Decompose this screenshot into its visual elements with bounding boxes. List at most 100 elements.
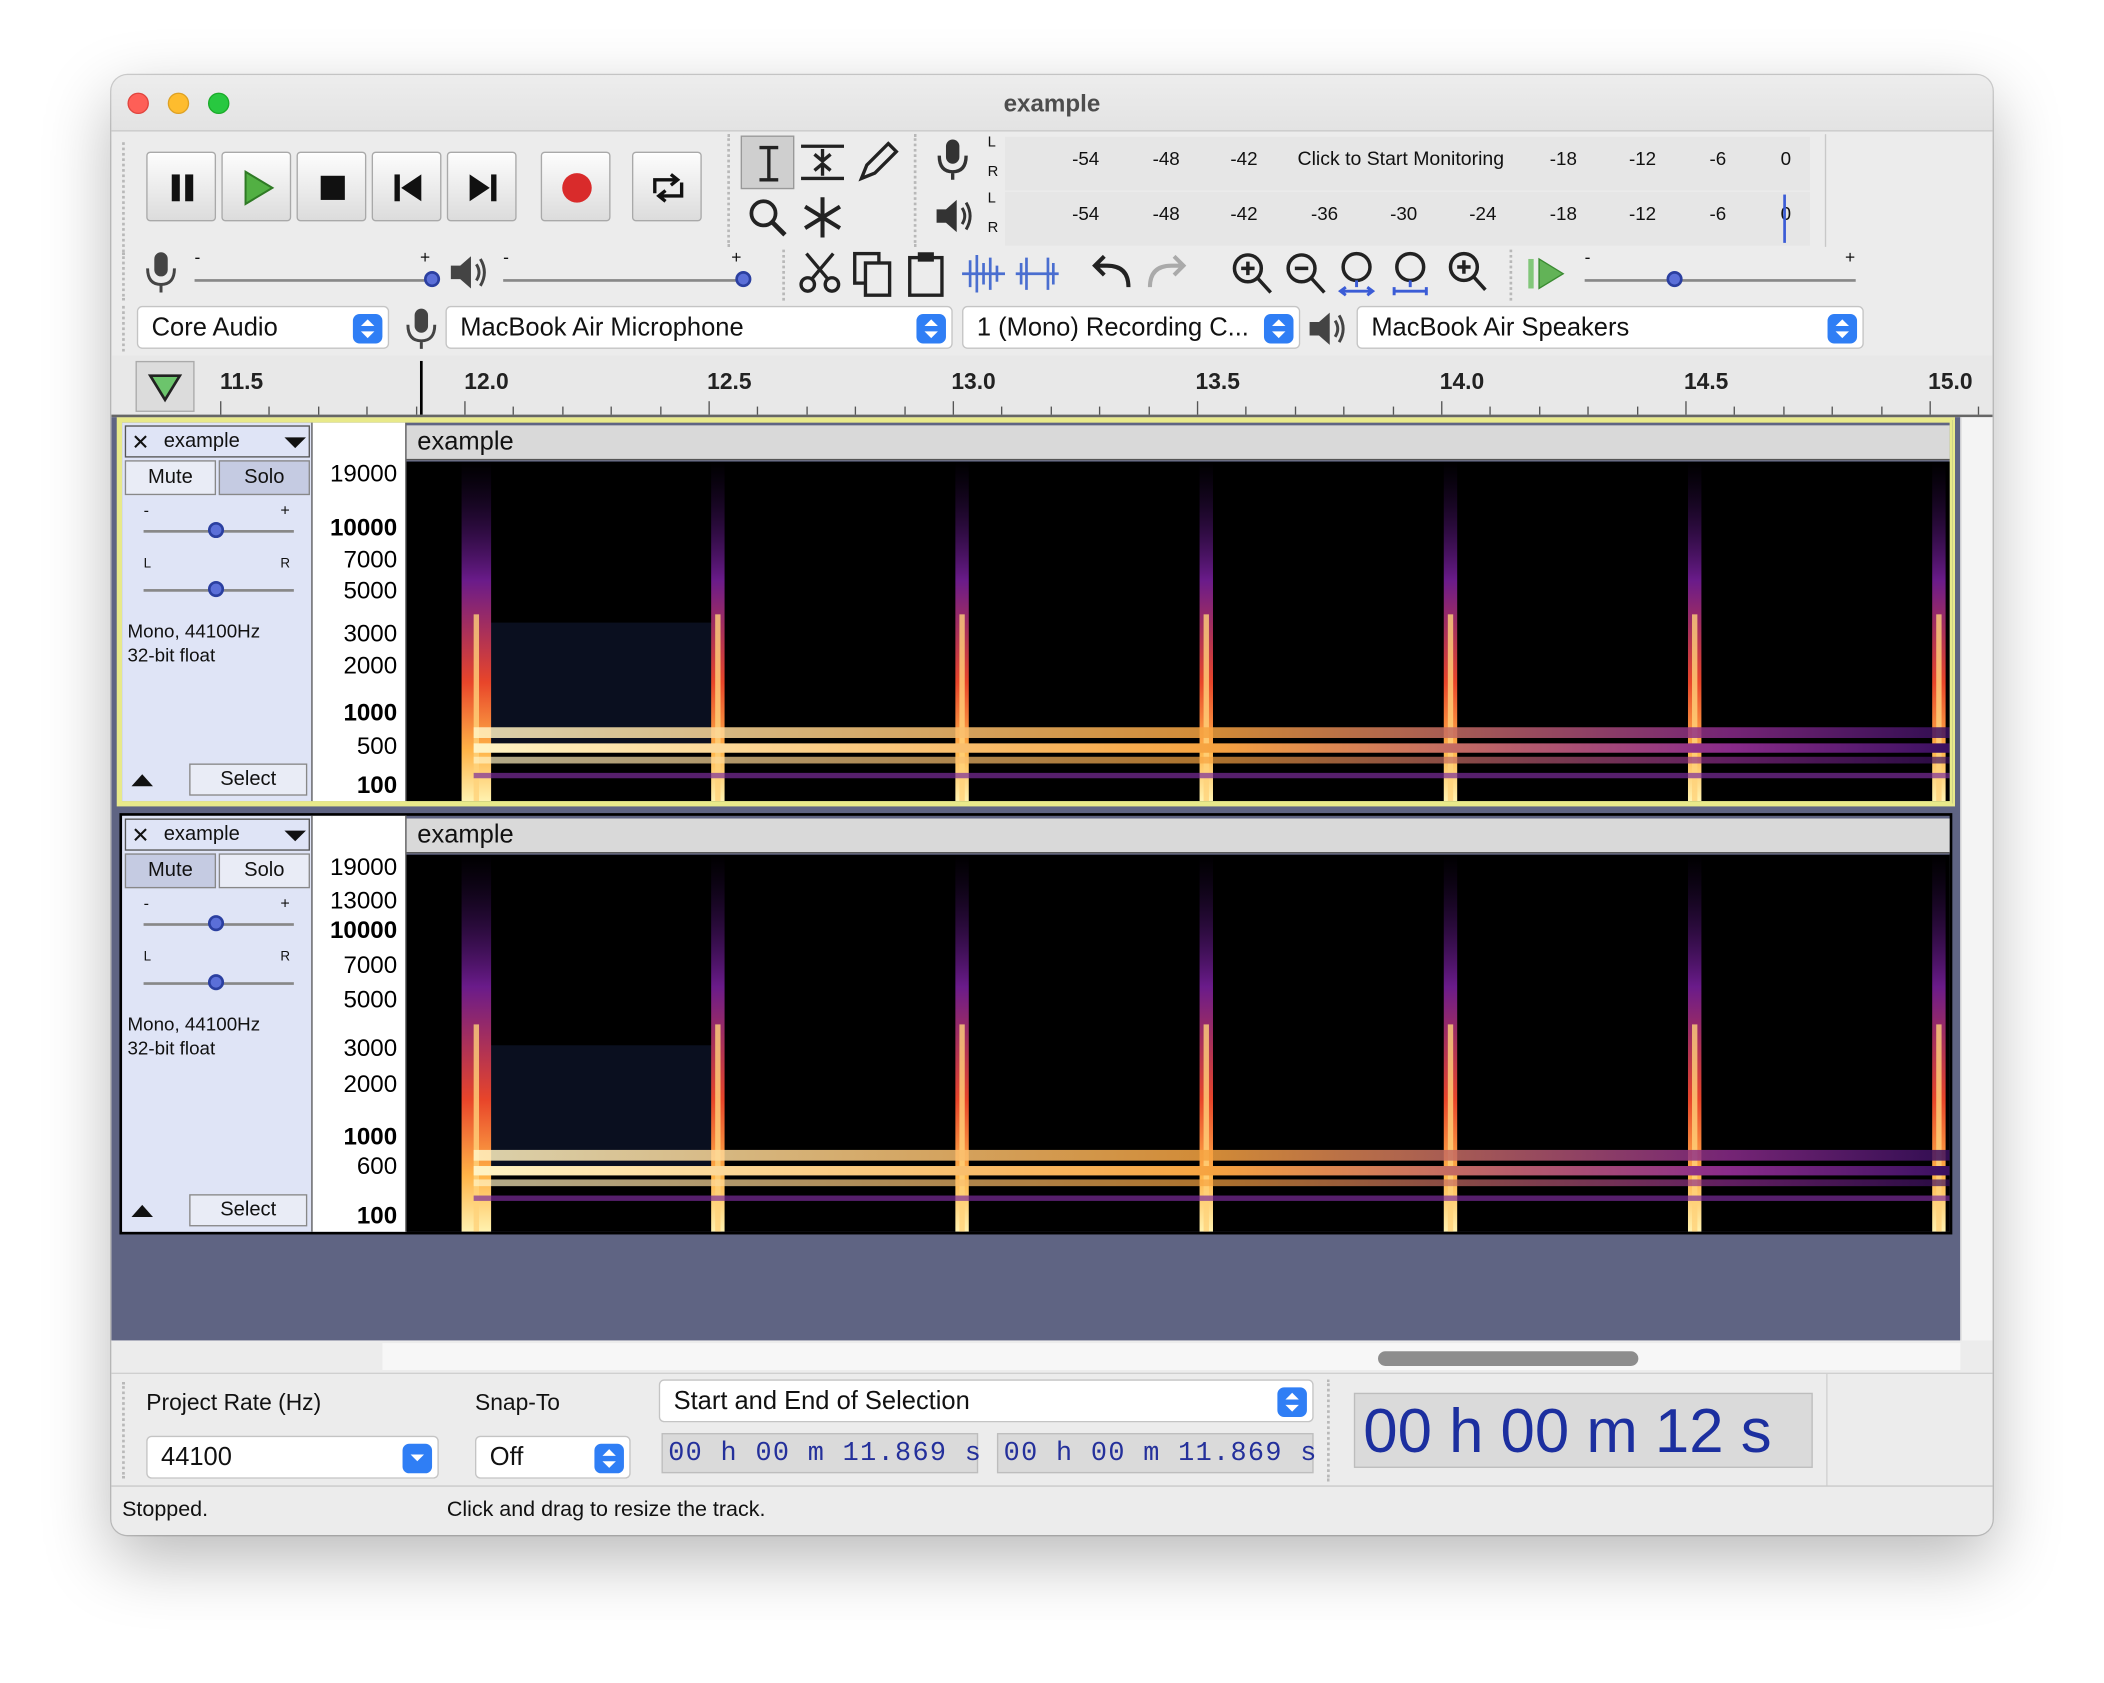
project-rate-select[interactable]: 44100 xyxy=(146,1435,439,1479)
input-device-select[interactable]: MacBook Air Microphone xyxy=(445,305,953,349)
fit-selection-icon[interactable] xyxy=(1335,250,1383,298)
pause-button[interactable] xyxy=(146,151,217,222)
stop-button[interactable] xyxy=(296,151,367,222)
input-channels-select[interactable]: 1 (Mono) Recording C... xyxy=(962,305,1301,349)
horizontal-scrollbar-thumb[interactable] xyxy=(1378,1351,1639,1366)
draw-tool[interactable] xyxy=(851,136,905,190)
track-area[interactable]: ✕ example Mute Solo - + L R Mono, 44100H… xyxy=(111,417,1993,1341)
recording-volume-thumb[interactable] xyxy=(424,271,441,288)
gain-slider-thumb[interactable] xyxy=(207,521,225,539)
play-at-speed-icon[interactable] xyxy=(1523,250,1571,298)
audio-track-2[interactable]: ✕ example Mute Solo - + L R Mono, 44100H… xyxy=(119,813,1953,1235)
spectrogram-view[interactable] xyxy=(406,461,1950,802)
undo-icon[interactable] xyxy=(1088,250,1136,298)
silence-audio-icon[interactable] xyxy=(1013,250,1061,298)
play-meter-speaker-icon[interactable] xyxy=(933,193,973,239)
output-device-select[interactable]: MacBook Air Speakers xyxy=(1356,305,1864,349)
play-button[interactable] xyxy=(221,151,292,222)
spectrogram-stroke xyxy=(473,1166,1950,1176)
collapse-track-icon[interactable] xyxy=(127,766,157,793)
clip-title-bar[interactable]: example xyxy=(406,818,1950,854)
edit-grip[interactable] xyxy=(782,249,790,301)
frequency-axis[interactable]: 19000 13000 10000 7000 5000 3000 2000 10… xyxy=(312,815,407,1232)
collapse-track-icon[interactable] xyxy=(127,1197,157,1224)
timeline-options-button[interactable] xyxy=(135,360,195,412)
audio-position-time[interactable]: 00 h 00 m 12 s xyxy=(1353,1392,1813,1468)
envelope-tool[interactable] xyxy=(796,136,850,190)
output-device-speaker-icon xyxy=(1309,312,1345,345)
ruler-tick xyxy=(1538,406,1541,415)
selection-end-time[interactable]: 00 h 00 m 11.869 s xyxy=(996,1433,1316,1474)
trim-audio-icon[interactable] xyxy=(959,250,1007,298)
loop-button[interactable] xyxy=(631,151,702,222)
play-vol-plus: + xyxy=(731,246,742,268)
selection-tool[interactable] xyxy=(740,135,795,190)
zoom-out-icon[interactable] xyxy=(1281,250,1329,298)
timeline-ruler[interactable]: 11.5 12.0 12.5 13.0 13.5 14.0 14.5 15.0 xyxy=(111,355,1993,418)
start-monitoring-label[interactable]: Click to Start Monitoring xyxy=(1298,149,1505,170)
tools-grip[interactable] xyxy=(727,134,735,247)
redo-icon[interactable] xyxy=(1142,250,1190,298)
copy-icon[interactable] xyxy=(849,250,897,298)
play-at-speed-grip[interactable] xyxy=(1509,249,1518,301)
skip-to-end-button[interactable] xyxy=(446,151,517,222)
cut-icon[interactable] xyxy=(796,250,844,298)
play-meter[interactable]: -54 -48 -42 -36 -30 -24 -18 -12 -6 0 xyxy=(1005,191,1811,246)
select-track-button[interactable]: Select xyxy=(189,1194,308,1227)
record-meter-mic-icon[interactable] xyxy=(933,137,973,183)
mute-button[interactable]: Mute xyxy=(124,853,217,889)
meter-grip[interactable] xyxy=(913,134,922,247)
record-meter-tick: -54 xyxy=(1072,147,1100,170)
clip-title-bar[interactable]: example xyxy=(406,425,1950,461)
vertical-scrollbar-track[interactable] xyxy=(1960,417,1993,1341)
paste-icon[interactable] xyxy=(903,250,951,298)
record-meter[interactable]: -54 -48 -42 Click to Start Monitoring -1… xyxy=(1005,136,1811,191)
selection-grip[interactable] xyxy=(122,1382,130,1479)
solo-button[interactable]: Solo xyxy=(218,460,310,496)
zoom-toggle-icon[interactable] xyxy=(1442,250,1490,298)
spectrogram-view[interactable] xyxy=(406,854,1950,1232)
track-name-menu[interactable]: ✕ example xyxy=(124,425,310,458)
playback-volume-thumb[interactable] xyxy=(735,271,752,288)
playback-volume-slider[interactable] xyxy=(503,279,745,282)
close-track-icon[interactable]: ✕ xyxy=(131,429,149,456)
gain-slider-thumb[interactable] xyxy=(207,915,225,932)
fit-project-icon[interactable] xyxy=(1389,250,1437,298)
ruler-tick xyxy=(1245,406,1248,415)
playback-speed-thumb[interactable] xyxy=(1666,271,1683,288)
mixer-grip[interactable] xyxy=(122,252,130,301)
zoom-in-icon[interactable] xyxy=(1228,250,1276,298)
play-meter-tick: -54 xyxy=(1072,202,1100,225)
pan-slider-thumb[interactable] xyxy=(207,580,225,598)
pan-slider-thumb[interactable] xyxy=(207,974,225,991)
recording-volume-slider[interactable] xyxy=(194,279,434,282)
record-meter-r: R xyxy=(987,163,999,180)
mute-button[interactable]: Mute xyxy=(124,460,217,496)
horizontal-scrollbar[interactable] xyxy=(111,1340,1993,1373)
playhead-cursor[interactable] xyxy=(419,360,423,415)
multi-tool[interactable] xyxy=(796,191,850,245)
close-track-icon[interactable]: ✕ xyxy=(131,823,149,850)
gain-plus: + xyxy=(280,500,290,520)
toolbar-grip[interactable] xyxy=(122,142,130,253)
snap-to-select[interactable]: Off xyxy=(474,1435,631,1479)
record-button[interactable] xyxy=(540,151,611,222)
playback-speed-slider[interactable] xyxy=(1584,279,1856,282)
spectrogram-stroke xyxy=(473,772,1950,779)
track-format: Mono, 44100Hz xyxy=(127,1013,261,1035)
audio-track-1[interactable]: ✕ example Mute Solo - + L R Mono, 44100H… xyxy=(119,419,1953,804)
time-toolbar-grip[interactable] xyxy=(1327,1379,1330,1482)
device-grip[interactable] xyxy=(122,305,130,352)
zoom-tool[interactable] xyxy=(741,191,795,245)
output-device-value: MacBook Air Speakers xyxy=(1371,313,1630,343)
track-name-menu[interactable]: ✕ example xyxy=(124,818,310,851)
selection-mode-select[interactable]: Start and End of Selection xyxy=(658,1379,1314,1423)
solo-button[interactable]: Solo xyxy=(218,853,310,889)
select-track-button[interactable]: Select xyxy=(189,763,308,796)
frequency-axis[interactable]: 19000 10000 7000 5000 3000 2000 1000 500… xyxy=(312,422,407,802)
ruler-tick xyxy=(561,406,564,415)
horizontal-scrollbar-track[interactable] xyxy=(382,1343,1961,1370)
audio-host-select[interactable]: Core Audio xyxy=(136,305,390,349)
skip-to-start-button[interactable] xyxy=(371,151,442,222)
selection-start-time[interactable]: 00 h 00 m 11.869 s xyxy=(661,1433,981,1474)
